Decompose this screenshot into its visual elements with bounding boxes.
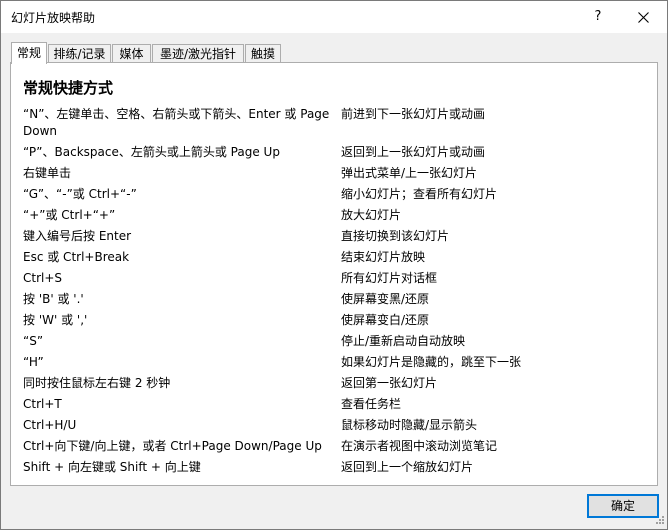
tab-general[interactable]: 常规 [11, 42, 47, 64]
general-shortcuts-panel: 常规快捷方式 “N”、左键单击、空格、右箭头或下箭头、Enter 或 Page … [10, 62, 658, 486]
shortcut-description: 结束幻灯片放映 [341, 250, 426, 264]
shortcut-description: 使屏幕变白/还原 [341, 313, 430, 327]
shortcut-key: Ctrl+S [23, 271, 63, 285]
shortcut-description: 放大幻灯片 [341, 208, 402, 222]
shortcut-description: 返回到上一个缩放幻灯片 [341, 460, 474, 474]
help-button[interactable]: ? [581, 3, 615, 31]
shortcut-description: 直接切换到该幻灯片 [341, 229, 450, 243]
shortcut-key: “G”、“-”或 Ctrl+“-” [23, 187, 137, 201]
shortcut-description: 所有幻灯片对话框 [341, 271, 438, 285]
dialog-window: 幻灯片放映帮助 ? 常规 排练/记录 媒体 墨迹/激光指针 触摸 常规快捷方式 … [0, 0, 668, 530]
tab-rehearse-record[interactable]: 排练/记录 [48, 44, 111, 62]
shortcut-key: 键入编号后按 Enter [23, 229, 132, 243]
shortcut-key: Ctrl+向下键/向上键，或者 Ctrl+Page Down/Page Up [23, 439, 322, 453]
section-heading: 常规快捷方式 [23, 79, 114, 97]
shortcut-key: “S” [23, 334, 44, 348]
shortcut-description: 停止/重新启动自动放映 [341, 334, 466, 348]
shortcut-key: “H” [23, 355, 44, 369]
tab-touch[interactable]: 触摸 [245, 44, 281, 62]
shortcut-description: 弹出式菜单/上一张幻灯片 [341, 166, 478, 180]
close-button[interactable] [623, 3, 663, 31]
shortcut-key: 同时按住鼠标左右键 2 秒钟 [23, 376, 171, 390]
shortcut-key: “+”或 Ctrl+“+” [23, 208, 116, 222]
shortcut-description: 前进到下一张幻灯片或动画 [341, 107, 486, 121]
shortcut-key: Ctrl+H/U [23, 418, 77, 432]
ok-button[interactable]: 确定 [587, 494, 659, 518]
shortcut-key: 按 'W' 或 ',' [23, 313, 88, 327]
shortcut-description: 返回第一张幻灯片 [341, 376, 438, 390]
shortcut-key: Esc 或 Ctrl+Break [23, 250, 130, 264]
shortcut-key: 按 'B' 或 '.' [23, 292, 84, 306]
title-bar: 幻灯片放映帮助 ? [1, 1, 667, 33]
shortcut-description: 返回到上一张幻灯片或动画 [341, 145, 486, 159]
shortcut-description: 在演示者视图中滚动浏览笔记 [341, 439, 498, 453]
shortcut-key: Ctrl+T [23, 397, 62, 411]
shortcut-description: 鼠标移动时隐藏/显示箭头 [341, 418, 478, 432]
tab-ink-laser-pointer[interactable]: 墨迹/激光指针 [152, 44, 244, 62]
close-icon [637, 12, 649, 23]
tab-media[interactable]: 媒体 [112, 44, 151, 62]
shortcut-description: 使屏幕变黑/还原 [341, 292, 430, 306]
shortcut-description: 如果幻灯片是隐藏的，跳至下一张 [341, 355, 522, 369]
dialog-title: 幻灯片放映帮助 [11, 11, 96, 25]
shortcut-description: 缩小幻灯片；查看所有幻灯片 [341, 187, 498, 201]
shortcut-key: “P”、Backspace、左箭头或上箭头或 Page Up [23, 145, 280, 159]
shortcut-key: Shift + 向左键或 Shift + 向上键 [23, 460, 201, 474]
shortcut-key: 右键单击 [23, 166, 72, 180]
shortcut-key: “N”、左键单击、空格、右箭头或下箭头、Enter 或 Page Down [23, 107, 330, 138]
shortcut-description: 查看任务栏 [341, 397, 402, 411]
resize-grip-icon[interactable] [653, 515, 665, 527]
